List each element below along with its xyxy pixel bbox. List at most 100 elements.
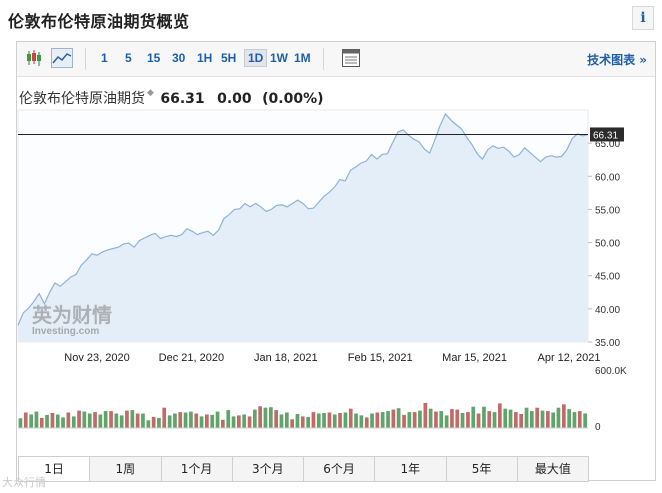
volume-bar (364, 417, 369, 428)
price-axis-label: 55.00 (595, 205, 620, 216)
volume-bar (295, 414, 300, 428)
volume-bar (556, 407, 561, 428)
period-1m[interactable]: 1个月 (162, 457, 233, 481)
date-axis-label: Nov 23, 2020 (64, 352, 129, 364)
volume-bar (151, 416, 156, 428)
volume-bar (146, 420, 151, 428)
volume-bar (23, 412, 28, 428)
period-3m[interactable]: 3个月 (233, 457, 304, 481)
volume-bar (540, 410, 545, 428)
volume-bar (476, 413, 481, 428)
period-6m[interactable]: 6个月 (304, 457, 376, 481)
volume-bar (173, 413, 177, 428)
volume-bar (583, 413, 587, 428)
volume-bar (482, 406, 486, 428)
volume-bar (167, 415, 172, 428)
volume-bar (135, 413, 140, 428)
volume-bar (577, 411, 582, 428)
volume-bar (29, 414, 33, 428)
volume-bar (423, 402, 428, 428)
volume-bar (492, 412, 497, 429)
volume-bar (269, 407, 273, 428)
date-axis-label: Mar 15, 2021 (442, 352, 507, 364)
volume-bar (514, 412, 518, 429)
volume-bar (359, 415, 364, 428)
volume-bar (386, 411, 390, 428)
volume-bar (77, 410, 81, 428)
volume-bar (444, 415, 449, 428)
volume-bar (71, 416, 76, 428)
volume-bar (562, 404, 566, 428)
period-1w[interactable]: 1周 (90, 457, 162, 481)
volume-bar (567, 409, 571, 428)
volume-bar (306, 416, 310, 428)
price-axis-label: 60.00 (595, 172, 620, 183)
volume-bar (322, 413, 326, 428)
volume-bar (428, 408, 433, 428)
volume-bar (460, 413, 465, 428)
volume-bar (508, 409, 513, 428)
volume-bar (114, 413, 119, 428)
volume-bar (258, 406, 262, 429)
volume-bar (221, 419, 225, 428)
volume-bar (498, 403, 502, 428)
volume-bar (380, 412, 385, 429)
volume-bar (226, 410, 231, 428)
volume-bar (109, 411, 113, 428)
volume-bar (178, 412, 183, 429)
volume-bar (311, 412, 316, 429)
price-chart[interactable]: 65.0060.0055.0050.0045.0040.0035.0066.31… (0, 0, 662, 493)
volume-bar (253, 409, 257, 428)
volume-bar (332, 414, 337, 428)
price-axis-label: 40.00 (595, 305, 620, 316)
period-5y[interactable]: 5年 (447, 457, 518, 481)
volume-bar (279, 414, 284, 428)
volume-bar (455, 409, 460, 428)
volume-bar (274, 410, 278, 428)
volume-bar (18, 418, 23, 428)
volume-bar (231, 416, 236, 428)
volume-bar (407, 412, 412, 429)
volume-bar (103, 411, 108, 428)
volume-bar (300, 416, 305, 428)
period-max[interactable]: 最大值 (518, 457, 588, 481)
volume-bar (263, 407, 268, 428)
bottom-watermark: 大众行情 (2, 476, 46, 489)
watermark-sub: Investing.com (32, 326, 99, 337)
volume-bar (237, 415, 241, 428)
volume-bar (130, 410, 135, 428)
volume-bar (98, 414, 103, 428)
volume-bar (199, 416, 204, 428)
volume-bar (370, 413, 374, 428)
volume-bar (391, 409, 396, 428)
volume-axis-label: 0 (595, 422, 601, 433)
volume-bar (487, 411, 492, 428)
volume-bar (316, 413, 321, 428)
volume-bar (39, 417, 44, 428)
date-axis-label: Feb 15, 2021 (348, 352, 413, 364)
volume-bar (402, 414, 406, 428)
volume-axis-label: 600.0K (595, 366, 627, 377)
volume-bar (183, 412, 188, 428)
volume-bar (45, 414, 49, 428)
volume-bar (348, 408, 353, 428)
watermark-brand: 英为财情 (32, 303, 112, 327)
date-axis-label: Jan 18, 2021 (254, 352, 318, 364)
volume-bar (412, 412, 417, 429)
volume-bar (343, 412, 348, 428)
volume-bar (439, 411, 444, 428)
volume-bar (247, 416, 252, 428)
volume-bar (210, 414, 215, 428)
volume-bar (34, 411, 39, 428)
period-1y[interactable]: 1年 (375, 457, 447, 481)
price-axis-label: 35.00 (595, 338, 620, 349)
price-axis-label: 45.00 (595, 272, 620, 283)
price-axis-label: 50.00 (595, 239, 620, 250)
volume-bar (524, 407, 529, 428)
volume-bar (141, 413, 145, 428)
volume-bar (530, 411, 534, 428)
volume-bar (119, 415, 124, 428)
volume-bar (450, 409, 454, 428)
volume-bar (290, 419, 294, 428)
volume-bar (338, 413, 342, 428)
